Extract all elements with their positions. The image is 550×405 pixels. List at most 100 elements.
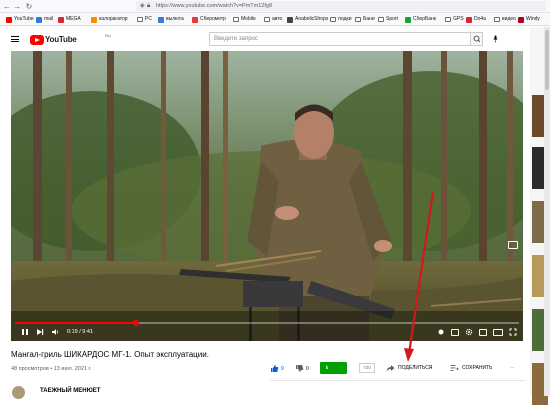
bookmark-label: Бани — [363, 16, 375, 22]
fullscreen-icon[interactable] — [509, 328, 517, 336]
channel-name[interactable]: ТАЕЖНЫЙ МЕНЮЕТ — [40, 388, 100, 394]
bookmark-folder[interactable]: Бани — [355, 15, 375, 24]
site-favicon-icon — [36, 16, 42, 23]
bookmark-label: Windy — [526, 16, 540, 22]
folder-icon — [494, 17, 500, 22]
video-frame — [11, 51, 523, 341]
bookmark-folder[interactable]: лодки — [330, 15, 352, 24]
region-code: RU — [105, 33, 111, 38]
bookmark-item[interactable]: Do4a — [466, 15, 486, 24]
bookmark-item[interactable]: калорагатор — [91, 15, 128, 24]
folder-icon — [378, 17, 384, 22]
bookmarks-bar: YouTube mail MEGA калорагатор PC вылюта Сбером… — [0, 13, 550, 26]
bookmark-item[interactable]: MEGA — [58, 15, 81, 24]
search-button[interactable] — [471, 32, 483, 46]
bookmark-label: AnabolicShops — [295, 16, 329, 22]
address-bar[interactable]: ◈ 🔒︎ https://www.youtube.com/watch?v=PmT… — [136, 1, 546, 11]
save-button[interactable]: СОХРАНИТЬ — [450, 364, 492, 372]
site-favicon-icon — [91, 16, 97, 23]
player-controls-left: 0:19 / 9:41 — [21, 327, 93, 337]
microphone-icon[interactable] — [493, 35, 498, 43]
scrollbar-thumb[interactable] — [545, 30, 549, 90]
bookmark-label: видео — [502, 16, 516, 22]
shield-icon: ◈ — [140, 3, 145, 9]
share-button[interactable]: ПОДЕЛИТЬСЯ — [386, 364, 432, 372]
youtube-logo-text: YouTube — [45, 35, 77, 44]
subtitles-icon[interactable] — [451, 328, 459, 336]
site-favicon-icon — [58, 16, 64, 23]
bookmark-label: вылюта — [166, 16, 184, 22]
site-favicon-icon — [192, 16, 198, 23]
search-icon — [473, 35, 481, 43]
thumbs-down-icon — [296, 365, 304, 372]
overlay-card-icon[interactable] — [508, 241, 518, 249]
dislike-button[interactable]: 0 — [295, 364, 309, 373]
save-label: СОХРАНИТЬ — [462, 365, 493, 371]
video-views-date: 48 просмотров • 13 июл. 2021 г. — [11, 366, 92, 372]
folder-icon — [355, 17, 361, 22]
playlist-add-icon — [450, 365, 459, 371]
forward-icon[interactable]: → — [12, 1, 22, 12]
bookmark-folder[interactable]: Sport — [378, 15, 398, 24]
folder-icon — [445, 17, 451, 22]
more-actions-button[interactable]: ... — [510, 364, 514, 370]
youtube-logo[interactable]: YouTube RU — [30, 33, 111, 45]
progress-fill — [15, 322, 136, 324]
bookmark-folder[interactable]: Mobile — [233, 15, 256, 24]
video-player[interactable]: 0:19 / 9:41 — [11, 51, 523, 341]
bookmark-item[interactable]: СберБанк — [405, 15, 436, 24]
progress-bar[interactable] — [15, 320, 519, 326]
quality-select[interactable]: 720 — [359, 363, 375, 373]
bookmark-item[interactable]: YouTube — [6, 15, 34, 24]
bookmark-folder[interactable]: PC — [137, 15, 152, 24]
bookmark-item[interactable]: AnabolicShops — [287, 15, 328, 24]
bookmark-item[interactable]: mail — [36, 15, 53, 24]
youtube-header: YouTube RU Введите запрос — [0, 27, 530, 51]
url-text: https://www.youtube.com/watch?v=PmTm12fg… — [156, 3, 273, 9]
bookmark-label: YouTube — [14, 16, 34, 22]
folder-icon — [137, 17, 143, 22]
bookmark-label: СберБанк — [413, 16, 436, 22]
download-icon: ⬇ — [325, 365, 329, 370]
bookmark-label: MEGA — [66, 16, 81, 22]
pause-icon[interactable] — [21, 328, 29, 336]
menu-icon[interactable] — [11, 36, 19, 42]
bookmark-label: GPS — [453, 16, 464, 22]
site-favicon-icon — [158, 16, 164, 23]
bookmark-label: PC — [145, 16, 152, 22]
settings-icon[interactable] — [465, 328, 473, 336]
theater-mode-icon[interactable] — [493, 328, 503, 336]
dislike-count: 0 — [306, 365, 309, 372]
next-icon[interactable] — [36, 328, 44, 336]
bookmark-label: лодки — [338, 16, 352, 22]
browser-toolbar: ← → ↻ ◈ 🔒︎ https://www.youtube.com/watch… — [0, 0, 550, 13]
download-button[interactable]: ⬇ Скачать — [320, 362, 347, 382]
site-favicon-icon — [6, 16, 12, 23]
bookmark-label: Sport — [386, 16, 398, 22]
bookmark-item[interactable]: Windy — [518, 15, 540, 24]
like-button[interactable]: 9 — [270, 364, 284, 373]
bookmark-folder[interactable]: GPS — [445, 15, 464, 24]
search-input[interactable]: Введите запрос — [209, 32, 471, 46]
bookmark-label: Mobile — [241, 16, 256, 22]
bookmark-folder[interactable]: видео — [494, 15, 516, 24]
channel-avatar[interactable] — [12, 386, 25, 399]
bookmark-label: Do4a — [474, 16, 486, 22]
bookmark-label: авто — [272, 16, 283, 22]
miniplayer-icon[interactable] — [479, 328, 487, 336]
bookmark-label: Сберометр — [200, 16, 226, 22]
bookmark-folder[interactable]: авто — [264, 15, 282, 24]
progress-scrubber[interactable] — [132, 320, 139, 326]
site-favicon-icon — [518, 16, 524, 23]
autoplay-icon[interactable] — [437, 328, 445, 336]
folder-icon — [233, 17, 239, 22]
volume-icon[interactable] — [51, 328, 60, 336]
reload-icon[interactable]: ↻ — [24, 1, 34, 12]
video-title: Мангал-гриль ШИКАРДОС МГ-1. Опыт эксплуа… — [11, 350, 209, 359]
bookmark-item[interactable]: вылюта — [158, 15, 184, 24]
youtube-play-icon — [30, 34, 44, 45]
bookmark-item[interactable]: Сберометр — [192, 15, 226, 24]
site-favicon-icon — [405, 16, 411, 23]
bookmark-label: калорагатор — [99, 16, 128, 22]
back-icon[interactable]: ← — [2, 1, 12, 12]
